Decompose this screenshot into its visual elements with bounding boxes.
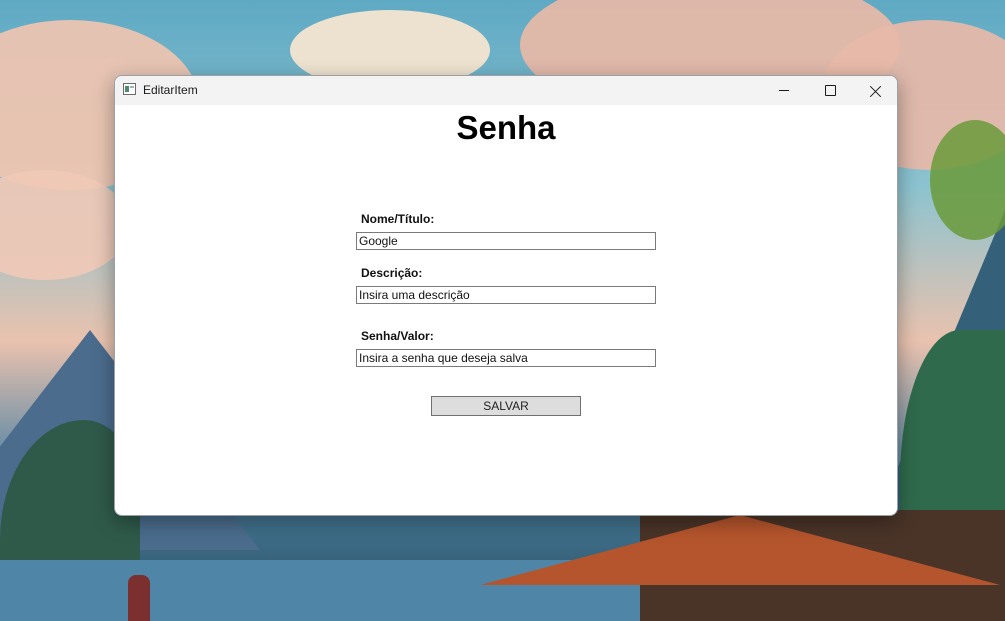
wallpaper-cloud [0, 170, 130, 280]
wallpaper-hut-roof [480, 515, 1000, 585]
maximize-button[interactable] [807, 76, 853, 105]
description-label: Descrição: [361, 266, 423, 280]
wallpaper-person [128, 575, 150, 621]
name-input[interactable] [356, 232, 656, 250]
title-bar[interactable]: EditarItem [115, 76, 897, 105]
editar-item-window: EditarItem Senha Nome/Título: Descrição:… [114, 75, 898, 516]
form-panel: Senha Nome/Título: Descrição: Senha/Valo… [115, 105, 897, 515]
password-input[interactable] [356, 349, 656, 367]
page-title: Senha [456, 109, 556, 146]
minimize-button[interactable] [761, 76, 807, 105]
description-input[interactable] [356, 286, 656, 304]
name-label: Nome/Título: [361, 212, 435, 226]
app-window-icon [123, 83, 136, 95]
maximize-icon [824, 85, 836, 96]
window-title: EditarItem [143, 83, 198, 97]
minimize-icon [779, 90, 789, 91]
save-button[interactable]: SALVAR [431, 396, 581, 416]
close-icon [870, 85, 882, 97]
close-button[interactable] [853, 76, 897, 105]
password-label: Senha/Valor: [361, 329, 434, 343]
